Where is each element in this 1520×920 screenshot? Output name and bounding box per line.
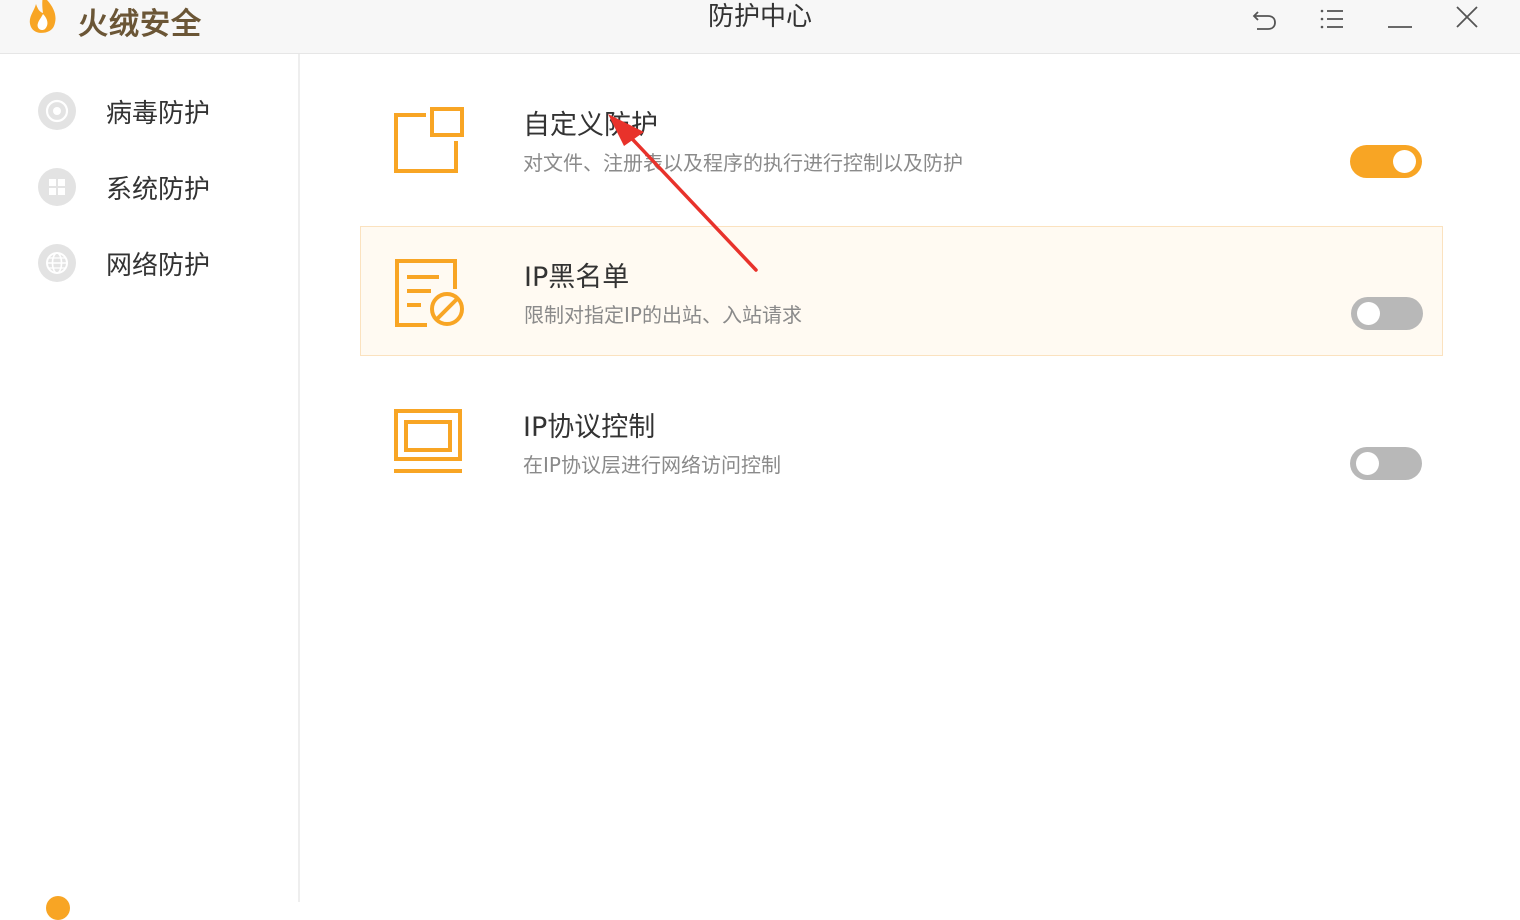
protection-row-ip-blacklist: IP黑名单 限制对指定IP的出站、入站请求 xyxy=(360,226,1443,356)
protection-description: 限制对指定IP的出站、入站请求 xyxy=(524,303,802,327)
sidebar-item-label: 病毒防护 xyxy=(106,99,211,129)
ip-protocol-toggle[interactable] xyxy=(1350,447,1422,480)
ip-blacklist-icon xyxy=(395,259,464,327)
virus-shield-icon xyxy=(38,92,76,130)
back-icon xyxy=(1252,11,1276,30)
sidebar-item-label: 网络防护 xyxy=(106,251,211,281)
ip-protocol-icon xyxy=(394,409,462,473)
toggle-knob xyxy=(1356,452,1379,475)
window-title: 防护中心 xyxy=(707,2,812,32)
custom-protection-icon xyxy=(394,107,464,173)
toggle-knob xyxy=(1393,150,1416,173)
sidebar-item-virus-protection[interactable]: 病毒防护 xyxy=(38,89,268,133)
globe-icon xyxy=(38,244,76,282)
sidebar: 病毒防护 系统防护 网络防护 xyxy=(0,54,300,902)
custom-protection-toggle[interactable] xyxy=(1350,145,1422,178)
protection-title: IP黑名单 xyxy=(524,262,630,293)
protection-row-custom: 自定义防护 对文件、注册表以及程序的执行进行控制以及防护 xyxy=(360,75,1443,205)
sidebar-item-system-protection[interactable]: 系统防护 xyxy=(38,165,268,209)
close-button[interactable] xyxy=(1450,2,1484,34)
back-button[interactable] xyxy=(1248,2,1282,34)
minimize-button[interactable] xyxy=(1383,2,1417,34)
protection-description: 在IP协议层进行网络访问控制 xyxy=(523,453,781,477)
toggle-knob xyxy=(1357,302,1380,325)
menu-icon xyxy=(1320,9,1343,29)
title-bar: 火绒安全 防护中心 xyxy=(0,0,1520,54)
status-indicator-icon xyxy=(46,896,70,920)
protection-description: 对文件、注册表以及程序的执行进行控制以及防护 xyxy=(523,151,963,175)
menu-button[interactable] xyxy=(1315,2,1349,34)
system-windows-icon xyxy=(38,168,76,206)
sidebar-item-network-protection[interactable]: 网络防护 xyxy=(38,241,268,285)
minimize-icon xyxy=(1388,26,1412,28)
protection-row-ip-protocol: IP协议控制 在IP协议层进行网络访问控制 xyxy=(360,377,1443,507)
protection-title: 自定义防护 xyxy=(523,110,658,141)
ip-blacklist-toggle[interactable] xyxy=(1351,297,1423,330)
close-icon xyxy=(1456,6,1478,28)
sidebar-item-label: 系统防护 xyxy=(106,175,211,205)
protection-title: IP协议控制 xyxy=(523,412,656,443)
